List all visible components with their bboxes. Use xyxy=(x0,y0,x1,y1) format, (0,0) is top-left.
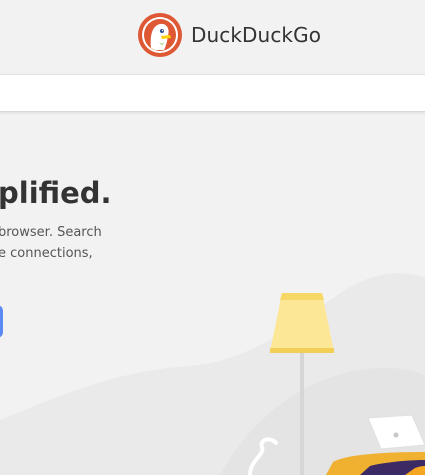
hero-title: plified. xyxy=(0,176,112,210)
hero-description: browser. Search e connections, xyxy=(0,222,118,264)
cta-button[interactable] xyxy=(0,305,3,338)
hero-description-line: browser. Search xyxy=(0,225,102,240)
hero-description-line: e connections, xyxy=(0,246,93,261)
